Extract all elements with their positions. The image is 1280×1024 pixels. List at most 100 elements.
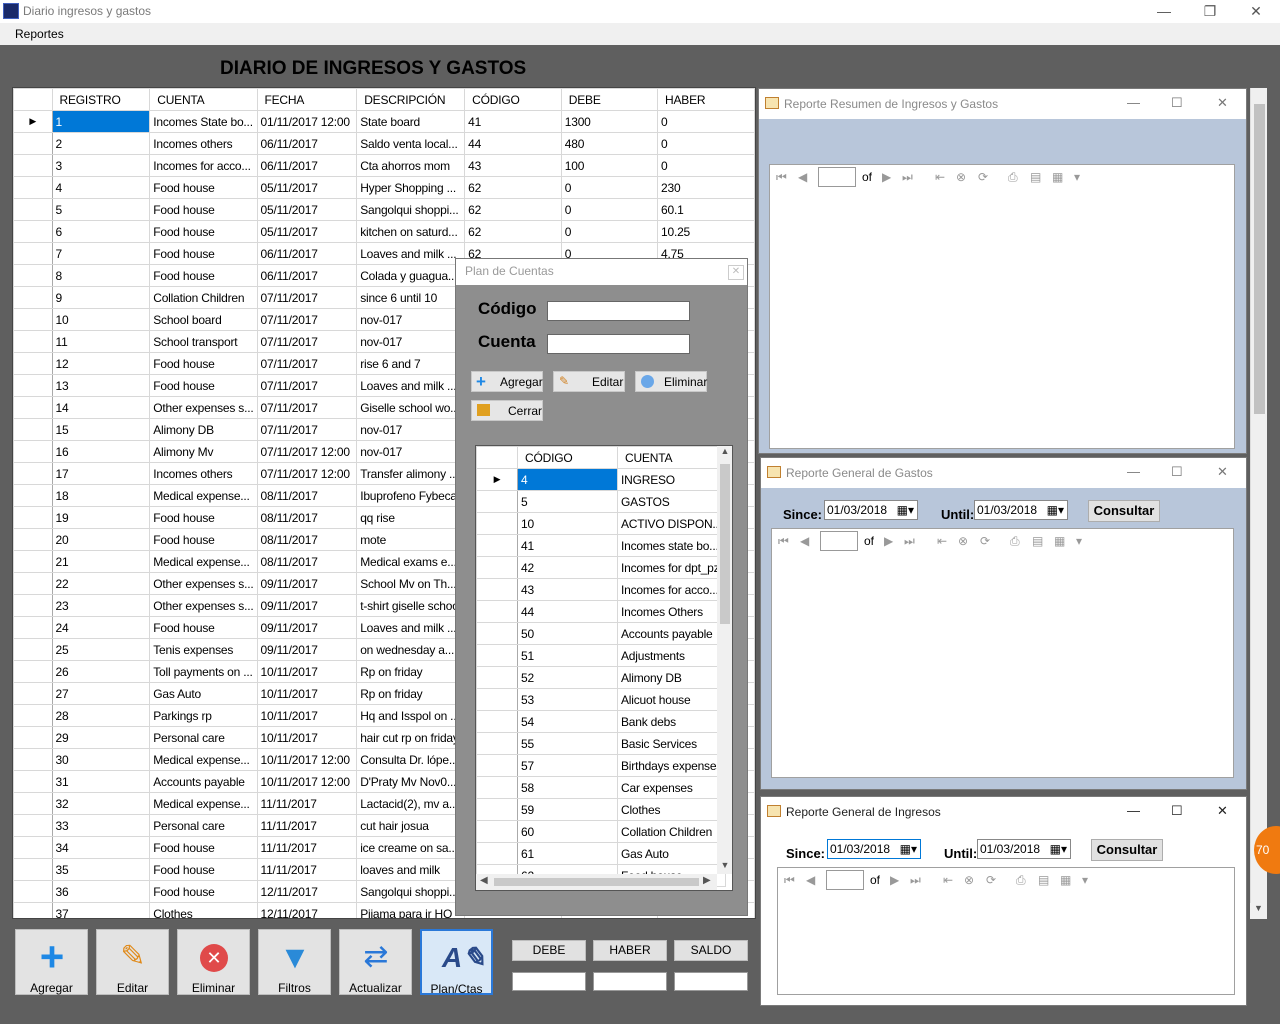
codigo-input[interactable]: [547, 301, 690, 321]
table-cell[interactable]: hair cut rp on friday: [356, 726, 466, 749]
table-row[interactable]: 50 Accounts payable: [476, 622, 727, 645]
table-cell[interactable]: GASTOS: [616, 490, 727, 513]
table-cell[interactable]: 07/11/2017: [256, 286, 358, 309]
row-header[interactable]: [13, 198, 53, 221]
row-header[interactable]: [13, 154, 53, 177]
table-cell[interactable]: Food house: [149, 880, 258, 903]
close-icon[interactable]: ✕: [1217, 95, 1228, 111]
table-cell[interactable]: Food house: [149, 858, 258, 881]
table-cell[interactable]: 10/11/2017: [256, 682, 358, 705]
table-cell[interactable]: Lactacid(2), mv a...: [356, 792, 466, 815]
table-cell[interactable]: Food house: [149, 264, 258, 287]
table-cell[interactable]: 43: [517, 578, 618, 601]
table-cell[interactable]: 10: [517, 512, 618, 535]
row-header[interactable]: [13, 880, 53, 903]
table-cell[interactable]: 07/11/2017: [256, 374, 358, 397]
row-header[interactable]: [13, 396, 53, 419]
table-row[interactable]: 3 Incomes for acco... 06/11/2017 Cta ahorro…: [13, 154, 755, 177]
table-cell[interactable]: nov-017: [356, 308, 466, 331]
row-header[interactable]: [476, 644, 518, 667]
table-cell[interactable]: 41: [517, 534, 618, 557]
export-icon[interactable]: ▾: [1074, 170, 1080, 184]
column-header[interactable]: HABER: [657, 88, 755, 111]
table-row[interactable]: 53 Alicuot house: [476, 688, 727, 711]
close-icon[interactable]: ✕: [728, 265, 744, 280]
row-header[interactable]: [13, 858, 53, 881]
table-cell[interactable]: on wednesday a...: [356, 638, 466, 661]
print-icon[interactable]: ⎙: [1016, 873, 1026, 888]
table-cell[interactable]: 18: [51, 484, 151, 507]
table-cell[interactable]: 05/11/2017: [256, 176, 358, 199]
table-cell[interactable]: 11/11/2017: [256, 858, 358, 881]
table-cell[interactable]: Car expenses: [616, 776, 727, 799]
table-cell[interactable]: Adjustments: [616, 644, 727, 667]
row-header[interactable]: [13, 616, 53, 639]
table-cell[interactable]: Other expenses s...: [149, 572, 258, 595]
row-header[interactable]: [476, 512, 518, 535]
restore-button[interactable]: ❐: [1187, 0, 1233, 23]
table-row[interactable]: 57 Birthdays expenses: [476, 754, 727, 777]
table-cell[interactable]: 10/11/2017: [256, 704, 358, 727]
row-header[interactable]: [13, 418, 53, 441]
table-cell[interactable]: nov-017: [356, 418, 466, 441]
row-header[interactable]: [13, 220, 53, 243]
table-cell[interactable]: 2: [51, 132, 151, 155]
table-cell[interactable]: 14: [51, 396, 151, 419]
table-cell[interactable]: 59: [517, 798, 618, 821]
table-cell[interactable]: 07/11/2017: [256, 418, 358, 441]
table-cell[interactable]: 20: [51, 528, 151, 551]
print-layout-icon[interactable]: ▤: [1038, 873, 1049, 887]
debe-total-field[interactable]: [512, 972, 586, 991]
table-cell[interactable]: Food house: [149, 616, 258, 639]
table-cell[interactable]: 480: [560, 132, 659, 155]
table-cell[interactable]: 15: [51, 418, 151, 441]
agregar-button[interactable]: + Agregar: [15, 929, 88, 995]
maximize-icon[interactable]: ☐: [1171, 464, 1183, 480]
table-cell[interactable]: 51: [517, 644, 618, 667]
row-header[interactable]: [13, 462, 53, 485]
plan-eliminar-button[interactable]: Eliminar: [635, 371, 707, 392]
table-cell[interactable]: 10/11/2017 12:00: [256, 770, 358, 793]
table-cell[interactable]: 62: [464, 198, 562, 221]
table-row[interactable]: 42 Incomes for dpt_pz: [476, 556, 727, 579]
table-row[interactable]: 43 Incomes for acco...: [476, 578, 727, 601]
page-input[interactable]: [820, 531, 858, 551]
next-page-icon[interactable]: ▶: [890, 873, 899, 887]
row-header[interactable]: [476, 754, 518, 777]
table-cell[interactable]: Toll payments on ...: [149, 660, 258, 683]
table-cell[interactable]: Medical expense...: [149, 748, 258, 771]
table-cell[interactable]: Incomes for acco...: [616, 578, 727, 601]
prev-page-icon[interactable]: ◀: [806, 873, 815, 887]
back-icon[interactable]: ⇤: [943, 873, 953, 887]
table-cell[interactable]: School transport: [149, 330, 258, 353]
minimize-icon[interactable]: —: [1127, 95, 1140, 110]
table-cell[interactable]: Alimony DB: [616, 666, 727, 689]
table-cell[interactable]: 37: [51, 902, 151, 918]
scroll-right-icon[interactable]: ▶: [703, 875, 711, 886]
table-cell[interactable]: Personal care: [149, 726, 258, 749]
close-icon[interactable]: ✕: [1217, 464, 1228, 480]
refresh-icon[interactable]: ⟳: [986, 873, 996, 887]
column-header[interactable]: REGISTRO: [51, 88, 151, 111]
table-cell[interactable]: Hyper Shopping ...: [356, 176, 466, 199]
table-row[interactable]: 6 Food house 05/11/2017 kitchen on saturd..…: [13, 220, 755, 243]
table-cell[interactable]: 3: [51, 154, 151, 177]
table-cell[interactable]: 12: [51, 352, 151, 375]
table-cell[interactable]: 07/11/2017: [256, 308, 358, 331]
next-page-icon[interactable]: ▶: [884, 534, 893, 548]
column-header[interactable]: DEBE: [560, 88, 659, 111]
table-cell[interactable]: 07/11/2017: [256, 330, 358, 353]
table-cell[interactable]: 06/11/2017: [256, 132, 358, 155]
table-cell[interactable]: 62: [464, 176, 562, 199]
scroll-left-icon[interactable]: ◀: [480, 875, 488, 886]
table-cell[interactable]: Gas Auto: [149, 682, 258, 705]
table-cell[interactable]: Food house: [149, 242, 258, 265]
row-header[interactable]: [476, 600, 518, 623]
table-cell[interactable]: Other expenses s...: [149, 396, 258, 419]
table-cell[interactable]: nov-017: [356, 440, 466, 463]
row-header[interactable]: [13, 902, 53, 918]
table-cell[interactable]: 34: [51, 836, 151, 859]
print-icon[interactable]: ⎙: [1010, 534, 1020, 549]
table-cell[interactable]: Food house: [149, 506, 258, 529]
table-cell[interactable]: Medical expense...: [149, 792, 258, 815]
